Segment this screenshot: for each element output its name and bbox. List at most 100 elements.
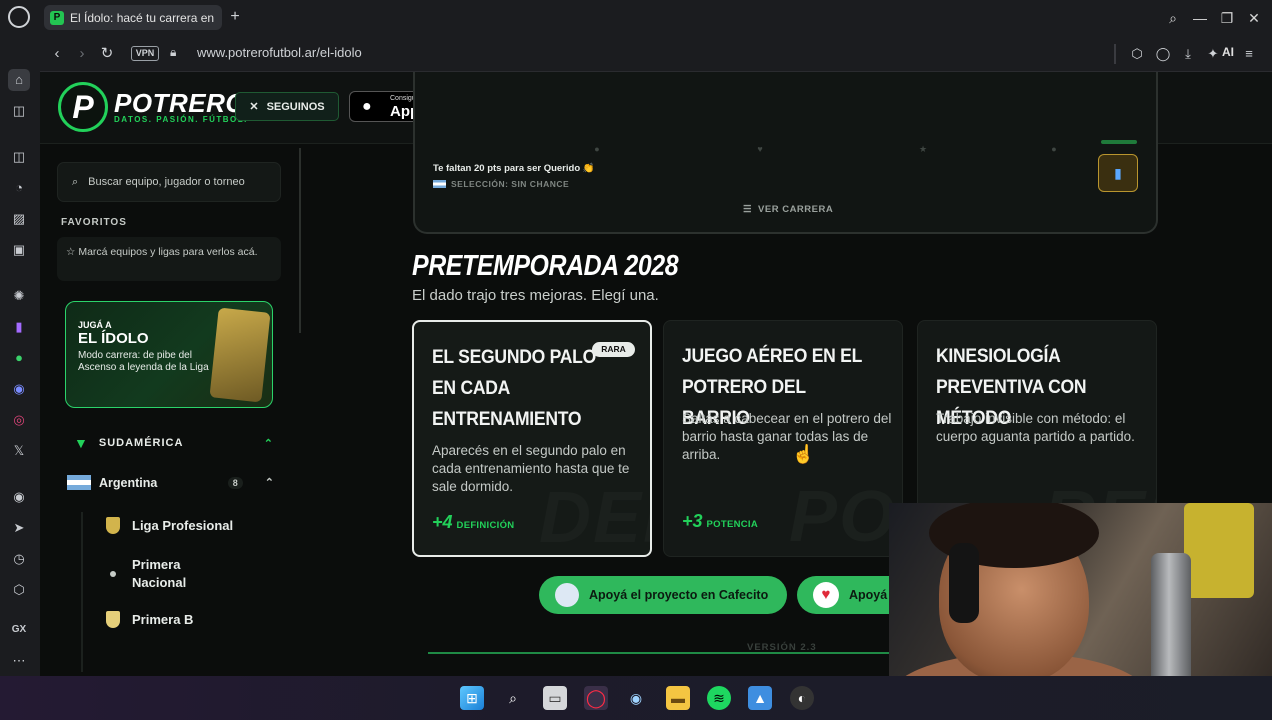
upgrade-option-1[interactable]: DEF EL SEGUNDO PALO EN CADA ENTRENAMIENT…	[412, 320, 652, 557]
x-logo-icon: ✕	[249, 101, 259, 113]
region-sudamerica[interactable]: ▼ SUDAMÉRICA ⌃	[74, 435, 274, 451]
follow-button[interactable]: ✕ SEGUINOS	[235, 92, 339, 121]
league-liga-profesional[interactable]: Liga Profesional	[106, 517, 233, 534]
season-subtitle: El dado trajo tres mejoras. Elegí una.	[412, 287, 659, 304]
controller-icon[interactable]: ◫	[8, 146, 30, 168]
points-remaining-text: Te faltan 20 pts para ser Querido 👏	[433, 163, 595, 174]
history-icon[interactable]: ◷	[8, 548, 30, 570]
gain-value: +4	[432, 512, 453, 532]
home-icon[interactable]: ⌂	[8, 69, 30, 91]
option-gain: +4 DEFINICIÓN	[432, 512, 514, 533]
limiter-icon[interactable]: ▨	[8, 208, 30, 230]
opera-icon[interactable]	[8, 6, 30, 28]
gain-value: +3	[682, 511, 703, 531]
reload-icon[interactable]: ↻	[97, 44, 117, 64]
rarity-badge: RARA	[592, 342, 635, 357]
ai-label[interactable]: AI	[1222, 45, 1234, 59]
opera-gx-icon[interactable]: ◯	[584, 686, 608, 710]
left-panel-scrollbar[interactable]	[299, 148, 301, 333]
photos-icon[interactable]: ▲	[748, 686, 772, 710]
league-label: Primera Nacional	[132, 557, 187, 590]
cafecito-label: Apoyá el proyecto en Cafecito	[589, 588, 769, 602]
task-view-icon[interactable]: ▭	[543, 686, 567, 710]
option-bg-word: POT	[789, 477, 902, 557]
file-explorer-icon[interactable]: ▬	[666, 686, 690, 710]
promo-line1: JUGÁ A	[78, 320, 112, 330]
footer-divider	[428, 652, 928, 654]
chevron-up-icon[interactable]: ⌃	[265, 476, 274, 489]
selection-status: SELECCIÓN: SIN CHANCE	[433, 179, 569, 189]
list-icon: ☰	[743, 204, 753, 215]
country-label: Argentina	[99, 475, 158, 490]
steam-icon[interactable]: ◉	[624, 686, 648, 710]
extensions-sidebar-icon[interactable]: ⬡	[8, 579, 30, 601]
chatgpt-icon[interactable]: ✺	[8, 285, 30, 307]
continent-icon: ▼	[74, 435, 89, 451]
discord-icon[interactable]: ◉	[8, 378, 30, 400]
extensions-icon[interactable]: ⬡	[1128, 45, 1146, 63]
gx-button[interactable]: GX	[8, 619, 30, 641]
url-field[interactable]: www.potrerofutbol.ar/el-idolo	[197, 45, 362, 60]
send-icon[interactable]: ➤	[8, 517, 30, 539]
profile-icon[interactable]: ◯	[1154, 45, 1172, 63]
lock-icon[interactable]: 🔒︎	[170, 45, 184, 61]
option-description: Aparecés en el segundo palo en cada entr…	[432, 443, 630, 494]
promo-line2: EL ÍDOLO	[78, 330, 149, 347]
gain-label: POTENCIA	[706, 519, 759, 530]
forward-icon[interactable]: ›	[72, 44, 92, 64]
brand-tagline: DATOS. PASIÓN. FÚTBOL.	[114, 115, 248, 124]
more-icon[interactable]: ⋯	[8, 650, 30, 672]
promo-line3: Modo carrera: de pibe del Ascenso a leye…	[78, 350, 209, 373]
speed-icon[interactable]: ◔	[8, 177, 30, 199]
league-label: Primera B	[132, 612, 194, 627]
search-icon[interactable]: ⌕	[501, 686, 525, 710]
twitch-icon[interactable]: ▮	[8, 316, 30, 338]
selection-label: SELECCIÓN: SIN CHANCE	[451, 179, 570, 189]
close-icon[interactable]: ✕	[1244, 8, 1264, 28]
new-tab-button[interactable]: +	[226, 7, 244, 27]
menu-icon[interactable]: ≡	[1240, 45, 1258, 63]
argentina-flag-icon	[67, 475, 91, 490]
league-primera-nacional[interactable]: Primera Nacional	[106, 556, 216, 592]
instagram-icon[interactable]: ◎	[8, 409, 30, 431]
country-argentina[interactable]: Argentina 8 ⌃	[67, 475, 274, 490]
site-favicon-icon: P	[50, 10, 64, 25]
back-icon[interactable]: ‹	[47, 44, 67, 64]
mods-icon[interactable]: ▣	[8, 239, 30, 261]
spotify-icon[interactable]: ≋	[707, 686, 731, 710]
browser-tab[interactable]: P El Ídolo: hacé tu carrera en	[44, 5, 222, 30]
league-primera-b[interactable]: Primera B	[106, 611, 193, 628]
stat-icon: ●	[1051, 144, 1057, 154]
trophy-icon[interactable]: ▮	[1098, 154, 1138, 192]
stat-icon: ●	[594, 144, 600, 154]
whatsapp-icon[interactable]: ●	[8, 347, 30, 369]
maximize-icon[interactable]: ❐	[1217, 8, 1237, 28]
headset-image	[949, 543, 979, 623]
option-gain: +3 POTENCIA	[682, 511, 758, 532]
potrero-logo-icon[interactable]: P	[58, 82, 108, 132]
gamepad-icon[interactable]: ◫	[8, 100, 30, 122]
minimize-icon[interactable]: —	[1190, 8, 1210, 28]
league-label: Liga Profesional	[132, 518, 234, 533]
tab-search-icon[interactable]: ⌕	[1163, 8, 1183, 28]
search-input[interactable]: ⌕ Buscar equipo, jugador o torneo	[57, 162, 281, 202]
view-career-label: VER CARRERA	[758, 204, 834, 215]
vpn-badge[interactable]: VPN	[131, 46, 159, 61]
league-crest-icon	[106, 517, 120, 534]
apple-icon: ●	[362, 98, 372, 115]
obs-icon[interactable]: ◐	[790, 686, 814, 710]
windows-icon[interactable]: ⊞	[460, 686, 484, 710]
chevron-up-icon[interactable]: ⌃	[264, 437, 274, 450]
el-idolo-promo[interactable]: JUGÁ A EL ÍDOLO Modo carrera: de pibe de…	[65, 301, 273, 408]
league-crest-icon	[110, 571, 116, 577]
download-icon[interactable]: ⤓	[1179, 45, 1197, 63]
version-label: VERSIÓN 2.3	[747, 642, 817, 653]
background-jersey	[1184, 503, 1254, 598]
spotify-icon[interactable]: ◉	[8, 486, 30, 508]
ai-icon[interactable]: ✦	[1204, 45, 1222, 63]
upgrade-option-2[interactable]: POT JUEGO AÉREO EN EL POTRERO DEL BARRIO…	[663, 320, 903, 557]
view-career-button[interactable]: ☰ VER CARRERA	[743, 204, 833, 215]
cafecito-support-button[interactable]: Apoyá el proyecto en Cafecito	[539, 576, 787, 614]
follow-label: SEGUINOS	[266, 100, 325, 113]
x-icon[interactable]: 𝕏	[8, 440, 30, 462]
